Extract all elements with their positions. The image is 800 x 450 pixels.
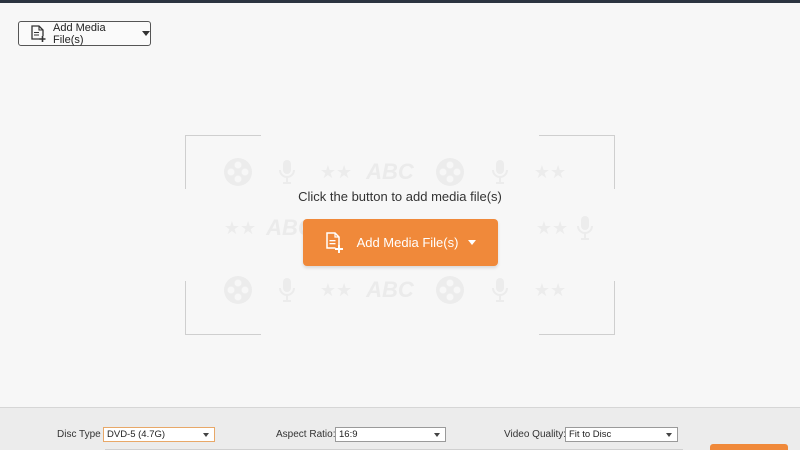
burn-button[interactable] bbox=[710, 444, 788, 450]
film-reel-icon bbox=[221, 270, 255, 310]
watermark-row: ★★ ABC ★★ bbox=[185, 152, 615, 192]
add-media-files-button-label: Add Media File(s) bbox=[356, 235, 459, 250]
media-drop-zone[interactable]: ★★ ABC ★★ ★★ ABC ★★ ★★ ABC ★★ Click the … bbox=[185, 135, 615, 335]
disc-type-label: Disc Type bbox=[57, 429, 101, 440]
drop-zone-hint: Click the button to add media file(s) bbox=[298, 189, 502, 204]
video-quality-value: Fit to Disc bbox=[569, 429, 612, 440]
watermark-text: ABC bbox=[366, 159, 414, 184]
chevron-down-icon bbox=[434, 433, 440, 437]
film-reel-icon bbox=[433, 152, 467, 192]
microphone-icon bbox=[277, 270, 297, 310]
microphone-icon bbox=[575, 208, 595, 248]
video-quality-select[interactable]: Fit to Disc bbox=[565, 427, 678, 442]
film-reel-icon bbox=[433, 270, 467, 310]
microphone-icon bbox=[490, 152, 510, 192]
chevron-down-icon bbox=[203, 433, 209, 437]
film-reel-icon bbox=[221, 152, 255, 192]
disc-settings-bar: Disc Type DVD-5 (4.7G) Aspect Ratio: 16:… bbox=[0, 407, 800, 450]
stars-icon: ★★ bbox=[533, 279, 567, 300]
disc-type-value: DVD-5 (4.7G) bbox=[107, 429, 166, 440]
chevron-down-icon[interactable] bbox=[142, 31, 150, 36]
add-file-icon bbox=[30, 24, 46, 43]
stars-icon: ★★ bbox=[319, 279, 353, 300]
chevron-down-icon[interactable] bbox=[468, 240, 477, 245]
stars-icon: ★★ bbox=[319, 161, 353, 182]
stars-icon: ★★ bbox=[533, 161, 567, 182]
window-top-strip bbox=[0, 0, 800, 3]
microphone-icon bbox=[277, 152, 297, 192]
add-media-files-toolbar-button[interactable]: Add Media File(s) bbox=[18, 21, 151, 46]
add-file-icon bbox=[325, 231, 343, 254]
aspect-ratio-label: Aspect Ratio: bbox=[276, 429, 336, 440]
stars-icon: ★★ bbox=[223, 217, 257, 238]
aspect-ratio-select[interactable]: 16:9 bbox=[335, 427, 446, 442]
disc-type-select[interactable]: DVD-5 (4.7G) bbox=[103, 427, 215, 442]
chevron-down-icon bbox=[666, 433, 672, 437]
aspect-ratio-value: 16:9 bbox=[339, 429, 358, 440]
add-media-files-label: Add Media File(s) bbox=[53, 21, 106, 46]
stars-icon: ★★ bbox=[535, 217, 569, 238]
video-quality-label: Video Quality: bbox=[504, 429, 567, 440]
add-media-files-button[interactable]: Add Media File(s) bbox=[303, 219, 498, 266]
microphone-icon bbox=[490, 270, 510, 310]
watermark-text: ABC bbox=[366, 277, 414, 302]
watermark-row: ★★ ABC ★★ bbox=[185, 270, 615, 310]
